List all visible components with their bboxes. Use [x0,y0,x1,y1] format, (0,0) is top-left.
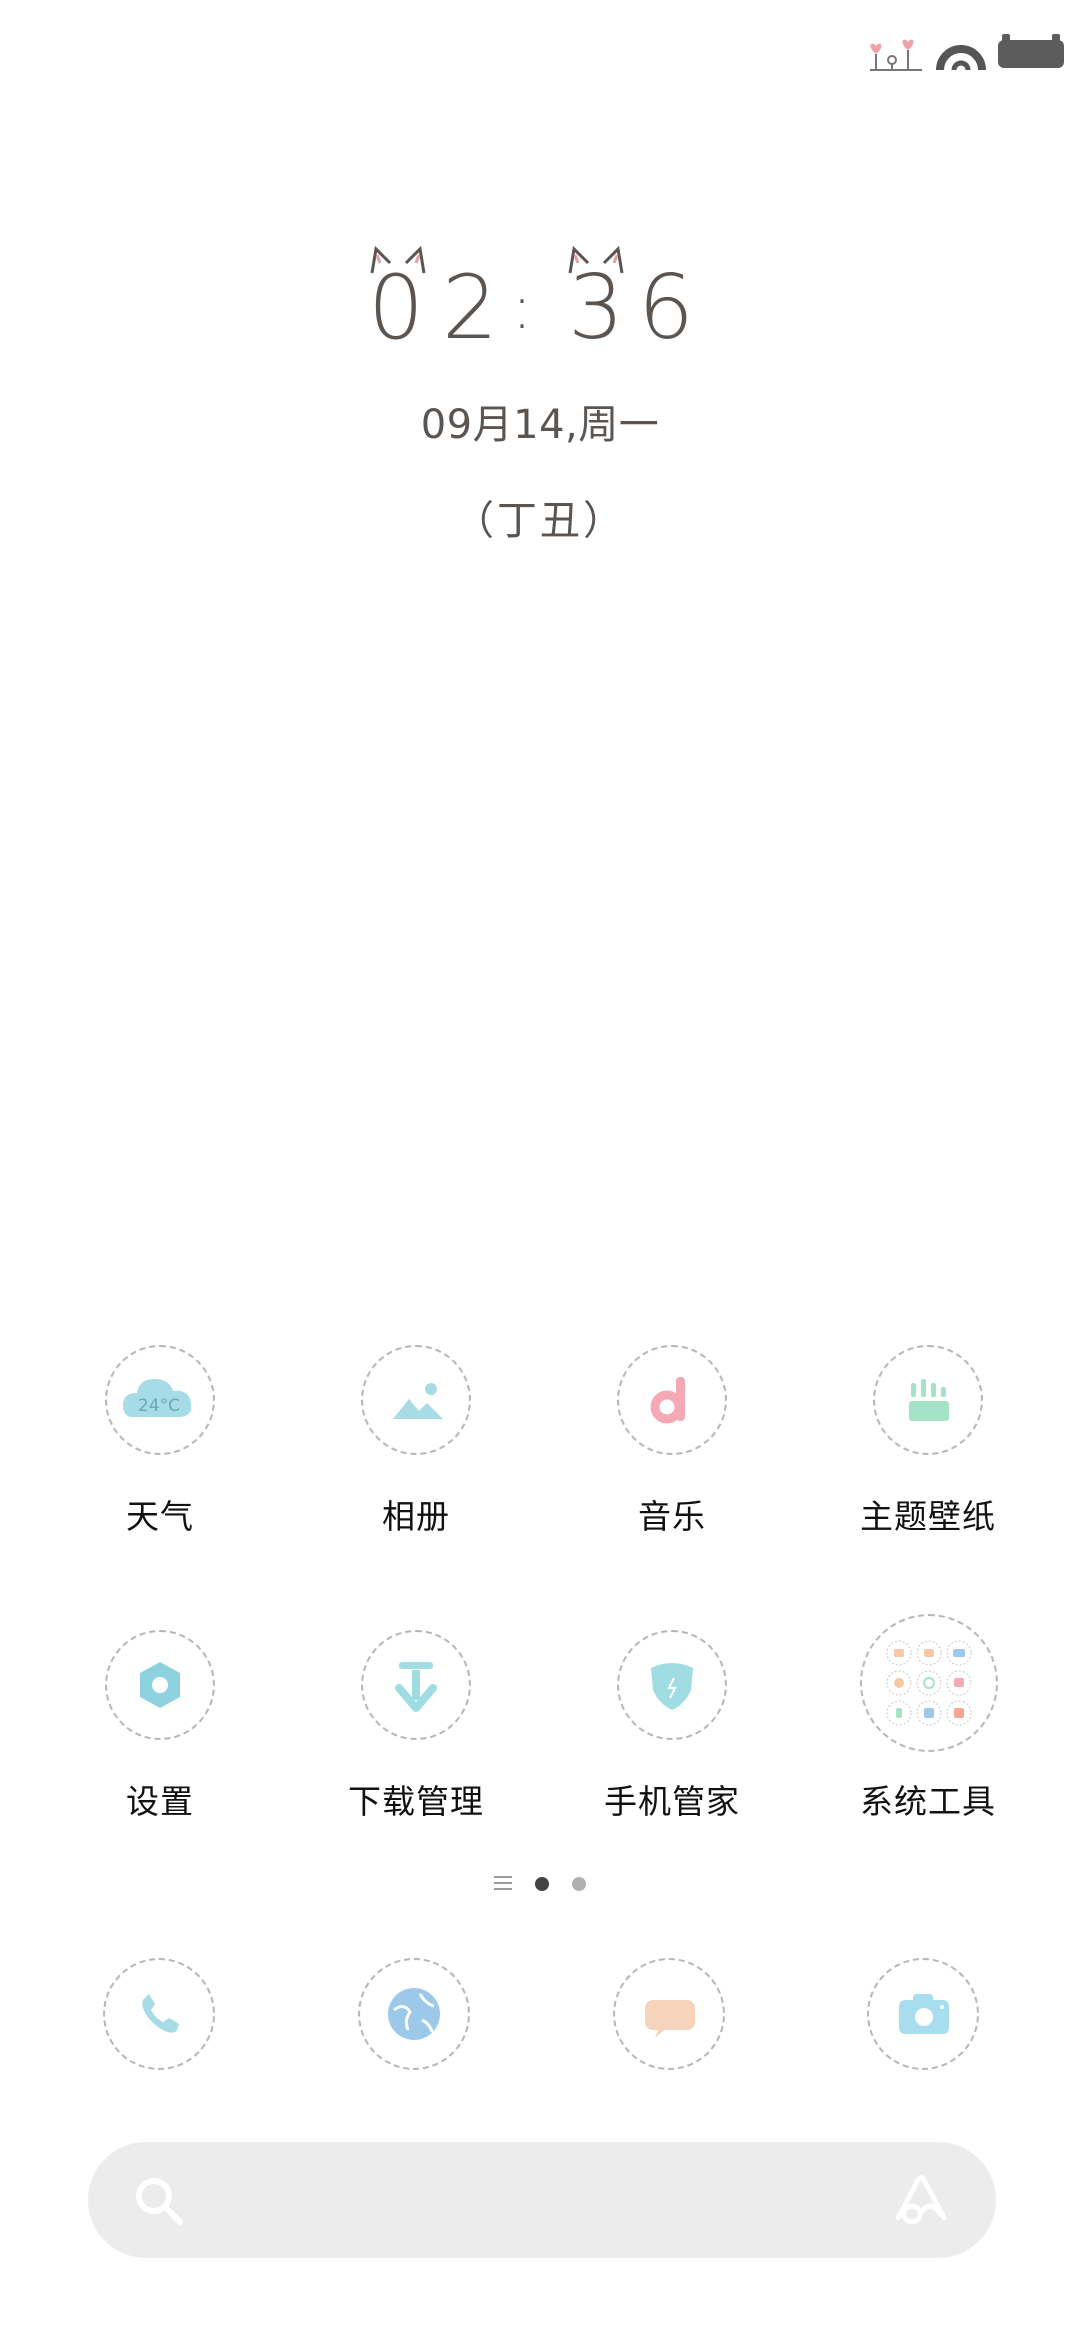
app-icon-frame [361,1630,471,1740]
page-dot-inactive[interactable] [572,1877,586,1891]
browser-globe-icon [388,1988,440,2040]
app-label: 音乐 [638,1497,706,1536]
dock-icon-frame [613,1958,725,2070]
clock-minute-ones: 6 [638,256,694,359]
app-label: 手机管家 [604,1782,740,1821]
app-label: 主题壁纸 [860,1497,996,1536]
camera-icon [899,1994,949,2034]
lunar-date-label: （丁丑） [454,498,626,544]
app-list-lines-icon[interactable] [494,1875,512,1891]
dock-browser[interactable] [358,1958,472,2072]
app-label: 天气 [126,1497,194,1536]
status-bar [840,26,1080,76]
rainbow-signal-icon [936,45,986,71]
app-system-tools-folder[interactable]: 系统工具 [828,1614,1028,1830]
app-label: 下载管理 [348,1782,484,1821]
app-label: 相册 [382,1497,450,1536]
music-icon [650,1377,685,1424]
clock-widget[interactable]: 0 2 : 3 6 [0,245,1080,355]
app-music[interactable]: 音乐 [572,1345,772,1545]
app-icon-frame [617,1630,727,1740]
page-indicator[interactable] [0,1870,1080,1900]
battery-icon [998,34,1064,68]
app-settings[interactable]: 设置 [60,1630,260,1830]
dock-icon-frame [358,1958,470,2070]
dock-icon-frame [103,1958,215,2070]
app-icon-frame [105,1630,215,1740]
dock-icon-frame [867,1958,979,2070]
app-icon-frame [617,1345,727,1455]
assistant-icon[interactable] [890,2168,952,2230]
weather-temp-text: 24°C [138,1396,180,1416]
search-icon[interactable] [130,2172,188,2230]
dock-camera[interactable] [867,1958,981,2072]
search-bar[interactable] [88,2142,996,2258]
app-theme-wallpaper[interactable]: 主题壁纸 [828,1345,1028,1545]
app-phone-manager[interactable]: 手机管家 [572,1630,772,1830]
app-icon-frame: 24°C [105,1345,215,1455]
system-tools-folder-icon [886,1640,972,1726]
clock-separator: : [511,273,533,343]
app-icon-frame [873,1345,983,1455]
date-label: 09月14,周一 [420,402,660,448]
weather-icon: 24°C [123,1379,192,1417]
phone-icon [142,1994,179,2033]
app-icon-frame [361,1345,471,1455]
security-shield-icon [651,1663,693,1710]
app-gallery[interactable]: 相册 [316,1345,516,1545]
clock-hour-ones: 2 [442,256,498,359]
download-icon [395,1662,437,1712]
messages-icon [645,2000,695,2038]
app-label: 设置 [126,1782,194,1821]
dock-phone[interactable] [103,1958,217,2072]
settings-icon [140,1662,180,1708]
app-label: 系统工具 [860,1782,996,1821]
app-icon-frame [860,1614,998,1752]
hearts-decoration-icon [870,39,922,71]
theme-wallpaper-icon [909,1379,949,1421]
app-weather[interactable]: 24°C 天气 [60,1345,260,1545]
app-download-manager[interactable]: 下载管理 [316,1630,516,1830]
page-dot-active[interactable] [535,1877,549,1891]
clock-minute-tens: 3 [568,256,624,359]
dock-messages[interactable] [613,1958,727,2072]
gallery-icon [393,1383,443,1419]
clock-hour-tens: 0 [368,256,424,359]
